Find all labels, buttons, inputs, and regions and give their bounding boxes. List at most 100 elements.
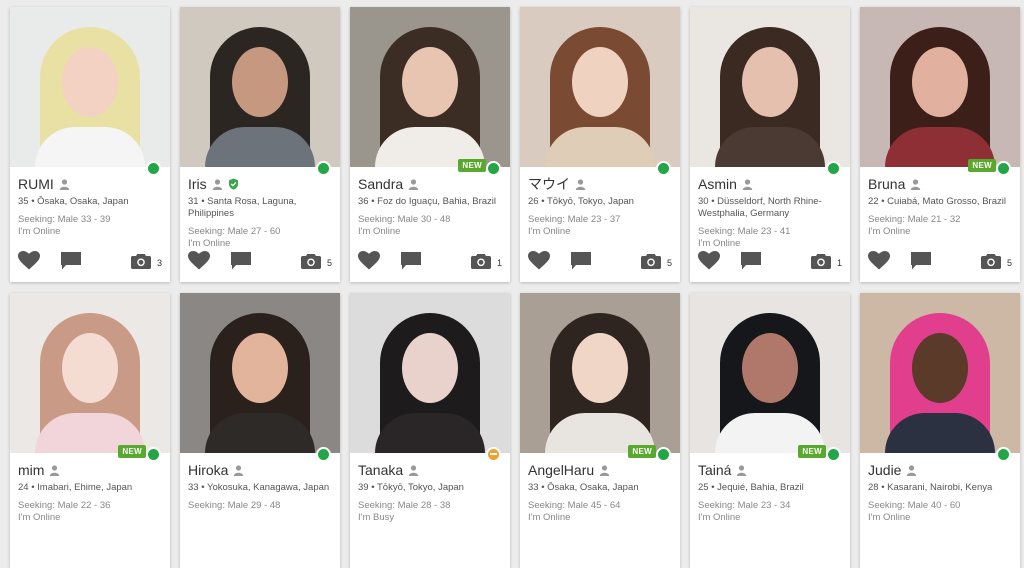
profile-seeking: Seeking: Male 28 - 38 (358, 500, 451, 511)
profile-card[interactable]: Hiroka 33 • Yokosuka, Kanagawa, Japan Seek… (180, 293, 340, 568)
heart-icon[interactable] (868, 251, 890, 275)
heart-icon[interactable] (358, 251, 380, 275)
profile-photo[interactable] (10, 7, 170, 167)
user-icon (408, 178, 419, 190)
profile-card[interactable]: NEW AngelHaru 33 • Ōsaka, Osaka, Japan Seek… (520, 293, 680, 568)
profile-location: 35 • Ōsaka, Osaka, Japan (18, 196, 129, 207)
chat-bubble-icon[interactable] (740, 251, 762, 276)
profile-card[interactable]: NEW Bruna 22 • Cuiabá, Mato Grosso, Brazil… (860, 7, 1020, 282)
profile-location: 33 • Yokosuka, Kanagawa, Japan (188, 482, 330, 493)
profile-card[interactable]: RUMI 35 • Ōsaka, Osaka, Japan Seeking: Mal… (10, 7, 170, 282)
online-status-dot (996, 447, 1011, 462)
heart-icon[interactable] (188, 251, 210, 275)
profile-status-text: I'm Busy (358, 512, 395, 523)
photo-count: 5 (666, 258, 672, 268)
profile-card[interactable]: NEW Sandra 36 • Foz do Iguaçu, Bahia, Braz… (350, 7, 510, 282)
camera-icon[interactable] (130, 253, 151, 274)
profile-card[interactable]: マウイ 26 • Tōkyō, Tokyo, Japan Seeking: Male… (520, 7, 680, 282)
photo-count: 5 (1006, 258, 1012, 268)
profile-name[interactable]: マウイ (528, 174, 570, 194)
user-icon (575, 178, 586, 190)
profile-name[interactable]: Sandra (358, 176, 403, 192)
profile-photo[interactable] (520, 7, 680, 167)
profile-status-text: I'm Online (528, 512, 571, 523)
profile-card[interactable]: NEW Tainá 25 • Jequié, Bahia, Brazil Seekin… (690, 293, 850, 568)
camera-icon[interactable] (470, 253, 491, 274)
profile-location: 22 • Cuiabá, Mato Grosso, Brazil (868, 196, 1006, 207)
chat-bubble-icon[interactable] (910, 251, 932, 276)
shield-check-icon (228, 178, 239, 190)
profile-photo[interactable] (180, 7, 340, 167)
heart-icon[interactable] (18, 251, 40, 275)
profile-name[interactable]: Iris (188, 176, 207, 192)
user-icon (212, 178, 223, 190)
profile-location: 28 • Kasarani, Nairobi, Kenya (868, 482, 993, 493)
profile-name[interactable]: AngelHaru (528, 462, 594, 478)
chat-bubble-icon[interactable] (570, 251, 592, 276)
profile-seeking: Seeking: Male 22 - 36 (18, 500, 111, 511)
profile-photo[interactable] (860, 7, 1020, 167)
profile-location: 39 • Tōkyō, Tokyo, Japan (358, 482, 464, 493)
user-icon (233, 464, 244, 476)
profile-status-text: I'm Online (358, 226, 401, 237)
profile-seeking: Seeking: Male 29 - 48 (188, 500, 281, 511)
online-status-dot (996, 161, 1011, 176)
profile-location: 31 • Santa Rosa, Laguna, Philippines (188, 196, 297, 219)
new-badge: NEW (968, 159, 996, 172)
profile-photo[interactable] (10, 293, 170, 453)
profile-card[interactable]: Tanaka 39 • Tōkyō, Tokyo, Japan Seeking: M… (350, 293, 510, 568)
profile-card[interactable]: Iris 31 • Santa Rosa, Laguna, Philippines… (180, 7, 340, 282)
user-icon (736, 464, 747, 476)
profile-status-text: I'm Online (698, 512, 741, 523)
card-actions: 5 (188, 251, 332, 276)
profile-photo[interactable] (690, 7, 850, 167)
profile-status-text: I'm Online (868, 226, 911, 237)
new-badge: NEW (118, 445, 146, 458)
chat-bubble-icon[interactable] (230, 251, 252, 276)
profile-location: 33 • Ōsaka, Osaka, Japan (528, 482, 639, 493)
camera-icon[interactable] (980, 253, 1001, 274)
profile-name[interactable]: Asmin (698, 176, 737, 192)
profile-seeking: Seeking: Male 27 - 60 (188, 226, 281, 237)
camera-icon[interactable] (810, 253, 831, 274)
profile-status-text: I'm Online (18, 512, 61, 523)
profile-card[interactable]: Judie 28 • Kasarani, Nairobi, Kenya Seekin… (860, 293, 1020, 568)
card-actions: 3 (18, 251, 162, 276)
profile-seeking: Seeking: Male 21 - 32 (868, 214, 961, 225)
profile-location: 26 • Tōkyō, Tokyo, Japan (528, 196, 634, 207)
profile-name[interactable]: Hiroka (188, 462, 228, 478)
profile-grid: RUMI 35 • Ōsaka, Osaka, Japan Seeking: Mal… (10, 7, 1020, 568)
profile-name[interactable]: RUMI (18, 176, 54, 192)
heart-icon[interactable] (698, 251, 720, 275)
profile-photo[interactable] (350, 293, 510, 453)
camera-icon[interactable] (640, 253, 661, 274)
profile-seeking: Seeking: Male 23 - 34 (698, 500, 791, 511)
profile-seeking: Seeking: Male 23 - 37 (528, 214, 621, 225)
profile-photo[interactable] (860, 293, 1020, 453)
profile-name[interactable]: Judie (868, 462, 901, 478)
profile-card[interactable]: Asmin 30 • Düsseldorf, North Rhine-Westph… (690, 7, 850, 282)
profile-location: 30 • Düsseldorf, North Rhine-Westphalia,… (698, 196, 822, 219)
photo-count: 1 (836, 258, 842, 268)
profile-photo[interactable] (520, 293, 680, 453)
online-status-dot (146, 161, 161, 176)
profile-name[interactable]: Bruna (868, 176, 905, 192)
user-icon (49, 464, 60, 476)
chat-bubble-icon[interactable] (60, 251, 82, 276)
profile-name[interactable]: Tanaka (358, 462, 403, 478)
chat-bubble-icon[interactable] (400, 251, 422, 276)
profile-photo[interactable] (350, 7, 510, 167)
camera-icon[interactable] (300, 253, 321, 274)
profile-seeking: Seeking: Male 30 - 48 (358, 214, 451, 225)
profile-name[interactable]: mim (18, 462, 44, 478)
user-icon (910, 178, 921, 190)
profile-status-text: I'm Online (868, 512, 911, 523)
profile-name[interactable]: Tainá (698, 462, 731, 478)
profile-card[interactable]: NEW mim 24 • Imabari, Ehime, Japan Seeking:… (10, 293, 170, 568)
heart-icon[interactable] (528, 251, 550, 275)
profile-photo[interactable] (180, 293, 340, 453)
profile-status-text: I'm Online (18, 226, 61, 237)
profile-photo[interactable] (690, 293, 850, 453)
profile-location: 25 • Jequié, Bahia, Brazil (698, 482, 804, 493)
new-badge: NEW (628, 445, 656, 458)
